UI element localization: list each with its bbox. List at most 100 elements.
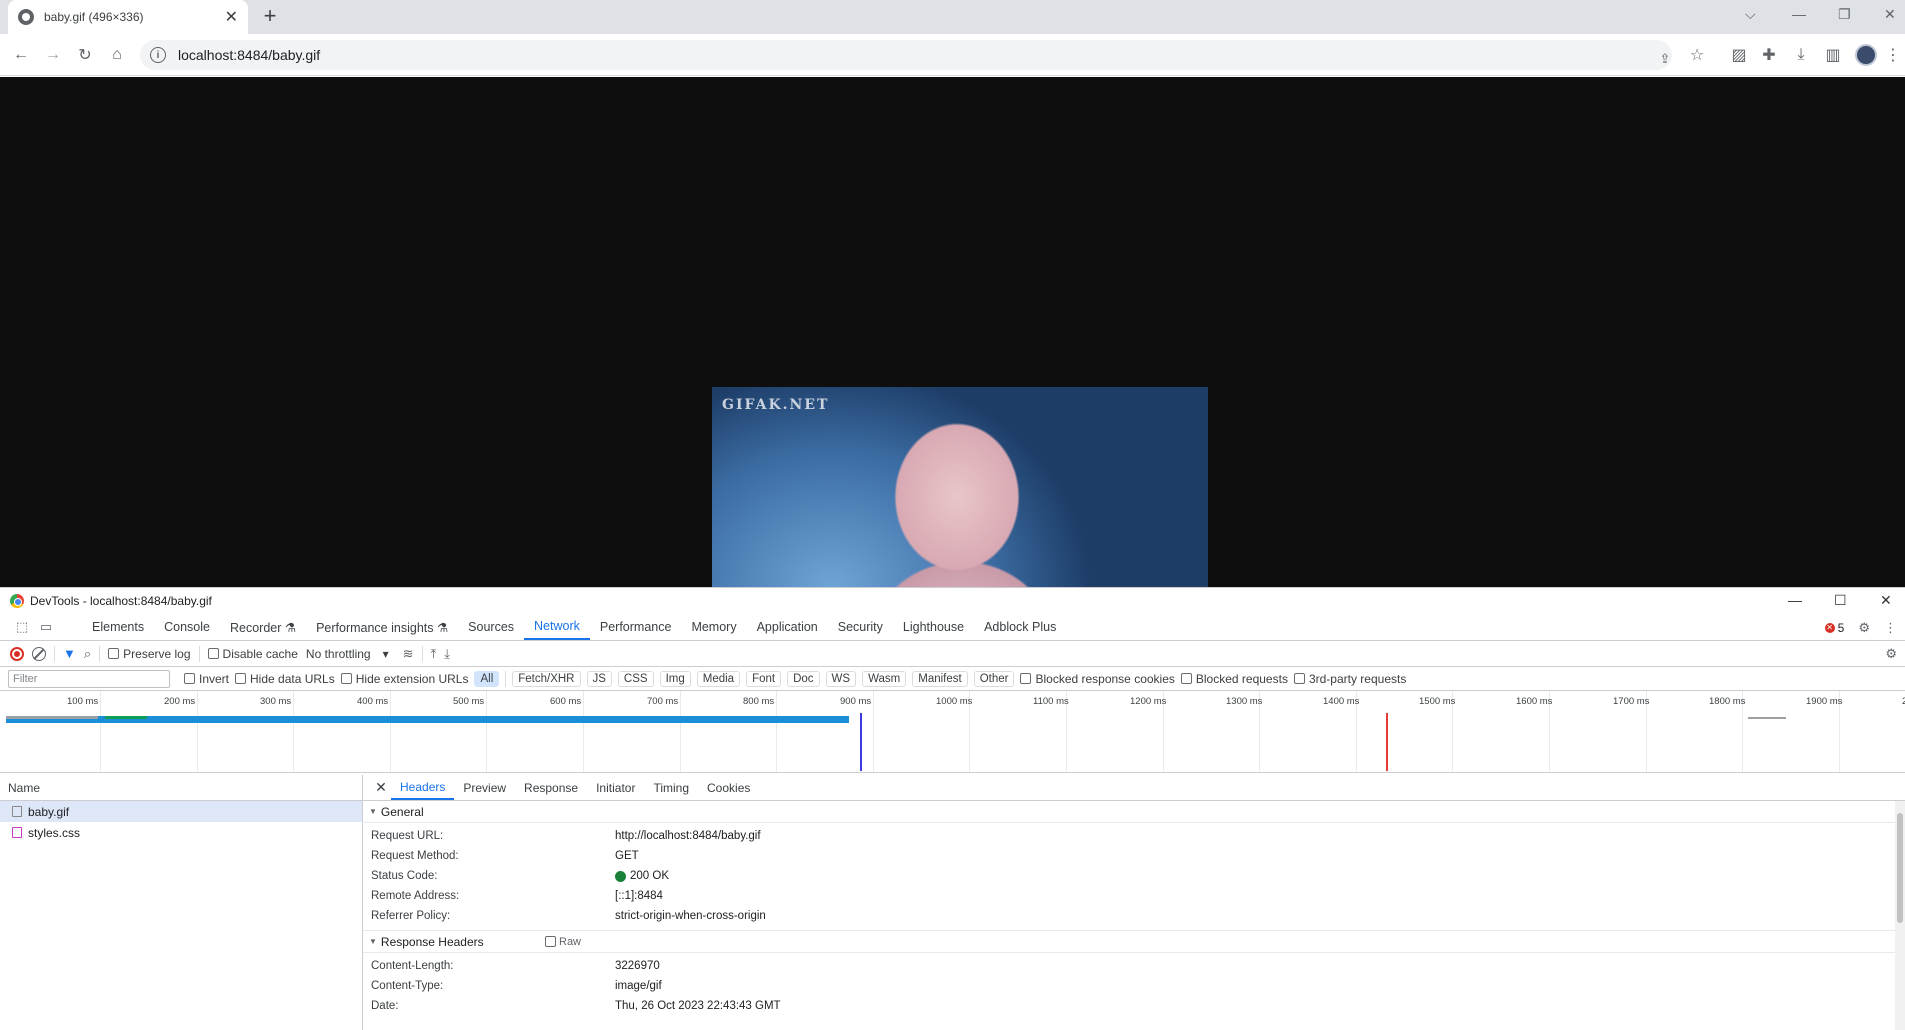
hide-extension-urls-checkbox[interactable]: Hide extension URLs xyxy=(340,672,468,686)
response-headers-section-header[interactable]: ▼ Response Headers Raw xyxy=(363,931,1905,953)
tab-performance-insights[interactable]: Performance insights ⚗ xyxy=(306,614,458,640)
close-devtools-icon[interactable]: ✕ xyxy=(1880,592,1892,609)
more-options-icon[interactable]: ⋮ xyxy=(1884,620,1897,636)
menu-icon[interactable]: ⋮ xyxy=(1882,44,1904,66)
tab-adblock-plus[interactable]: Adblock Plus xyxy=(974,614,1066,640)
network-conditions-icon[interactable]: ≋ xyxy=(403,646,414,662)
type-filter-all[interactable]: All xyxy=(474,670,500,687)
inspect-element-icon[interactable]: ⬚ xyxy=(10,614,34,640)
checkbox-box[interactable] xyxy=(207,648,219,659)
reload-icon[interactable]: ↻ xyxy=(74,44,96,66)
checkbox-box[interactable] xyxy=(108,648,120,659)
tab-lighthouse[interactable]: Lighthouse xyxy=(893,614,974,640)
filter-input[interactable]: Filter xyxy=(8,669,170,688)
close-window-icon[interactable]: ✕ xyxy=(1884,6,1896,23)
filter-bar: Filter Invert Hide data URLs Hide extens… xyxy=(0,667,1905,691)
network-settings-gear-icon[interactable]: ⚙ xyxy=(1885,646,1897,662)
blocked-requests-checkbox[interactable]: Blocked requests xyxy=(1180,672,1288,686)
filter-funnel-icon[interactable]: ▼ xyxy=(63,646,76,661)
puzzle-icon[interactable]: ✚ xyxy=(1758,44,1780,66)
throttling-select[interactable]: No throttling ▾ xyxy=(306,647,389,661)
type-filter-manifest[interactable]: Manifest xyxy=(912,670,968,687)
site-info-icon[interactable]: i xyxy=(150,47,166,63)
details-scrollbar[interactable] xyxy=(1895,801,1905,1030)
scrollbar-thumb[interactable] xyxy=(1897,813,1903,923)
side-panel-icon[interactable]: ▥ xyxy=(1822,44,1844,66)
network-overview-timeline[interactable]: 100 ms 200 ms 300 ms 400 ms 500 ms 600 ms 700 … xyxy=(0,691,1905,773)
raw-checkbox[interactable]: Raw xyxy=(545,936,581,948)
name-column-header[interactable]: Name xyxy=(0,775,362,801)
checkbox-box[interactable] xyxy=(340,673,352,684)
request-row[interactable]: styles.css xyxy=(0,822,362,843)
preserve-log-checkbox[interactable]: Preserve log xyxy=(108,647,191,661)
tab-preview[interactable]: Preview xyxy=(454,775,515,800)
type-filter-doc[interactable]: Doc xyxy=(787,670,820,687)
search-icon[interactable]: ⌕ xyxy=(84,646,91,662)
tab-application[interactable]: Application xyxy=(747,614,828,640)
type-filter-img[interactable]: Img xyxy=(659,670,691,687)
new-tab-button[interactable]: + xyxy=(258,5,282,27)
avatar[interactable] xyxy=(1855,44,1877,66)
extension-icon[interactable]: ▨ xyxy=(1728,44,1750,66)
type-filter-ws[interactable]: WS xyxy=(825,670,857,687)
tab-cookies[interactable]: Cookies xyxy=(698,775,759,800)
home-icon[interactable]: ⌂ xyxy=(106,44,128,66)
timeline-gridline xyxy=(100,691,101,772)
download-icon[interactable]: ⤓ xyxy=(1790,44,1812,66)
tab-performance[interactable]: Performance xyxy=(590,614,682,640)
tab-response[interactable]: Response xyxy=(515,775,587,800)
invert-checkbox[interactable]: Invert xyxy=(184,672,229,686)
tab-recorder[interactable]: Recorder ⚗ xyxy=(220,614,306,640)
share-icon[interactable]: ⇪ xyxy=(1654,48,1676,70)
close-details-icon[interactable]: ✕ xyxy=(371,775,391,800)
type-filter-js[interactable]: JS xyxy=(586,670,612,687)
third-party-requests-checkbox[interactable]: 3rd-party requests xyxy=(1293,672,1406,686)
checkbox-box[interactable] xyxy=(1020,673,1032,684)
tab-console[interactable]: Console xyxy=(154,614,220,640)
forward-icon[interactable]: → xyxy=(42,44,64,66)
minimize-icon[interactable]: — xyxy=(1792,6,1806,22)
tab-initiator[interactable]: Initiator xyxy=(587,775,644,800)
general-section-header[interactable]: ▼ General xyxy=(363,801,1905,823)
disable-cache-checkbox[interactable]: Disable cache xyxy=(207,647,298,661)
type-filter-other[interactable]: Other xyxy=(973,670,1015,687)
type-filter-wasm[interactable]: Wasm xyxy=(862,670,907,687)
clear-icon[interactable] xyxy=(32,646,46,661)
maximize-icon[interactable]: ☐ xyxy=(1834,592,1847,609)
checkbox-box[interactable] xyxy=(1293,673,1305,684)
tab-security[interactable]: Security xyxy=(828,614,893,640)
minimize-icon[interactable]: — xyxy=(1788,592,1802,608)
blocked-response-cookies-checkbox[interactable]: Blocked response cookies xyxy=(1020,672,1175,686)
type-filter-fetch-xhr[interactable]: Fetch/XHR xyxy=(512,670,581,687)
type-filter-css[interactable]: CSS xyxy=(617,670,654,687)
tab-memory[interactable]: Memory xyxy=(681,614,746,640)
tab-search-icon[interactable]: ⌵ xyxy=(1745,6,1756,23)
back-icon[interactable]: ← xyxy=(10,44,32,66)
tab-headers[interactable]: Headers xyxy=(391,775,455,800)
address-bar[interactable]: i localhost:8484/baby.gif xyxy=(140,40,1672,70)
error-count-badge[interactable]: ✕ 5 xyxy=(1824,621,1844,635)
checkbox-box[interactable] xyxy=(184,673,195,684)
checkbox-box[interactable] xyxy=(1180,673,1192,684)
restore-icon[interactable]: ❐ xyxy=(1838,6,1851,23)
type-filter-media[interactable]: Media xyxy=(696,670,741,687)
checkbox-box[interactable] xyxy=(545,936,556,947)
bookmark-star-icon[interactable]: ☆ xyxy=(1686,44,1708,66)
url-text[interactable]: localhost:8484/baby.gif xyxy=(178,47,320,63)
record-icon[interactable] xyxy=(10,646,24,661)
tab-network[interactable]: Network xyxy=(524,614,590,640)
browser-tab[interactable]: baby.gif (496×336) ✕ xyxy=(8,0,248,34)
import-har-icon[interactable]: ⤒ xyxy=(431,646,437,662)
type-filter-font[interactable]: Font xyxy=(746,670,782,687)
settings-gear-icon[interactable]: ⚙ xyxy=(1858,620,1870,636)
close-tab-icon[interactable]: ✕ xyxy=(225,7,238,27)
tab-timing[interactable]: Timing xyxy=(644,775,698,800)
timeline-tick-label: 1000 ms xyxy=(936,696,973,707)
export-har-icon[interactable]: ⤓ xyxy=(444,646,450,662)
device-toolbar-icon[interactable]: ▭ xyxy=(34,614,58,640)
checkbox-box[interactable] xyxy=(235,673,247,684)
tab-sources[interactable]: Sources xyxy=(458,614,524,640)
tab-elements[interactable]: Elements xyxy=(82,614,154,640)
request-row[interactable]: baby.gif xyxy=(0,801,362,822)
hide-data-urls-checkbox[interactable]: Hide data URLs xyxy=(235,672,335,686)
